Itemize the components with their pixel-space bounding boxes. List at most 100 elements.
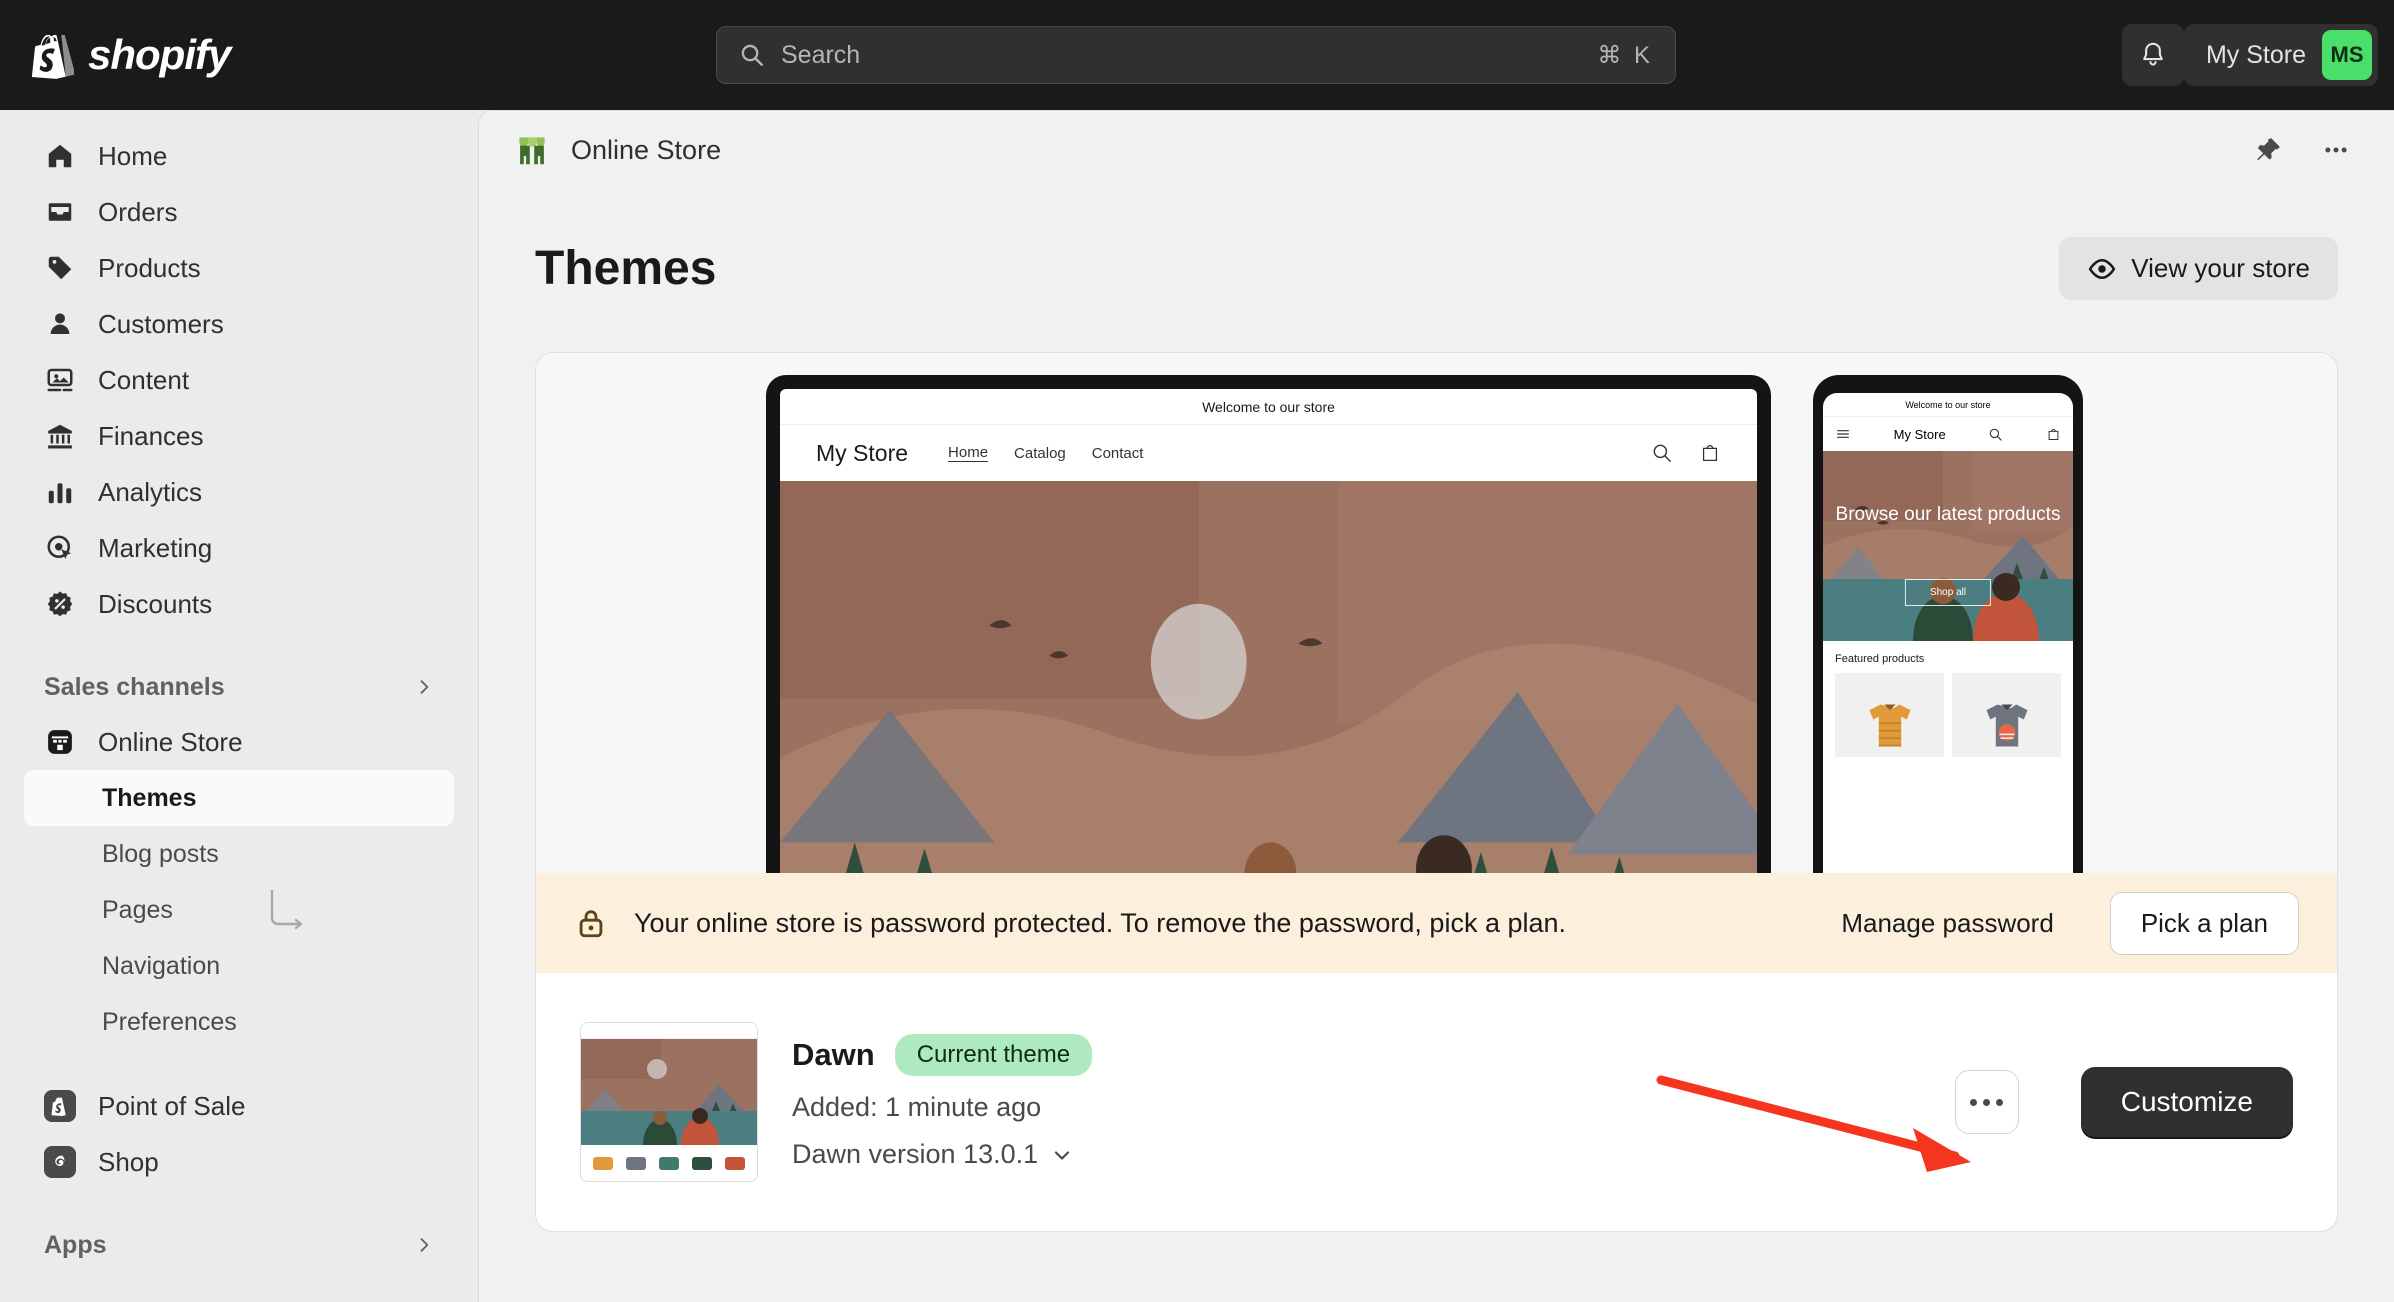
theme-version-label: Dawn version 13.0.1 xyxy=(792,1139,1039,1169)
cart-icon[interactable] xyxy=(2046,427,2061,442)
preview-nav-contact[interactable]: Contact xyxy=(1092,445,1144,462)
ellipsis-icon xyxy=(1996,1098,2004,1106)
home-icon xyxy=(44,140,76,172)
chevron-right-icon xyxy=(420,1238,429,1252)
sidebar-item-label: Online Store xyxy=(98,726,243,757)
mobile-featured-title: Featured products xyxy=(1835,653,1925,665)
sidebar-item-orders[interactable]: Orders xyxy=(24,184,454,240)
sidebar-subitem-label: Preferences xyxy=(102,1007,237,1036)
sidebar-item-themes[interactable]: Themes xyxy=(24,770,454,826)
mobile-hero: Browse our latest products Shop all xyxy=(1823,451,2073,641)
sidebar-item-shop[interactable]: Shop xyxy=(24,1134,454,1190)
manage-password-link[interactable]: Manage password xyxy=(1841,908,2053,939)
person-icon xyxy=(44,308,76,340)
sidebar-item-navigation[interactable]: Navigation xyxy=(24,938,454,994)
sidebar-subitem-label: Navigation xyxy=(102,951,221,980)
ellipsis-icon xyxy=(1983,1098,1991,1106)
sidebar-item-online-store[interactable]: Online Store xyxy=(24,714,454,770)
search-shortcut: ⌘ K xyxy=(1597,41,1653,69)
sidebar-item-products[interactable]: Products xyxy=(24,240,454,296)
target-cursor-icon xyxy=(44,532,76,564)
preview-nav-home[interactable]: Home xyxy=(948,444,989,462)
mobile-featured-row xyxy=(1823,673,2073,757)
shopify-logo[interactable]: shopify xyxy=(30,31,231,79)
page-header-bar: Online Store xyxy=(479,111,2394,189)
tag-icon xyxy=(44,252,76,284)
theme-version-dropdown[interactable]: Dawn version 13.0.1 xyxy=(792,1139,1921,1170)
mobile-logo: My Store xyxy=(1893,426,1946,442)
sidebar-item-label: Marketing xyxy=(98,532,213,563)
breadcrumb: Online Store xyxy=(571,134,722,165)
mobile-shop-all-button[interactable]: Shop all xyxy=(1904,579,1992,606)
apps-label: Apps xyxy=(44,1230,107,1259)
mobile-announcement: Welcome to our store xyxy=(1823,393,2073,417)
top-bar: shopify Search ⌘ K My Store MS xyxy=(0,0,2394,110)
desktop-preview[interactable]: Welcome to our store My Store Home Catal… xyxy=(766,375,1771,873)
preview-logo: My Store xyxy=(816,439,909,466)
store-name-label: My Store xyxy=(2205,40,2306,69)
sidebar-item-discounts[interactable]: Discounts xyxy=(24,576,454,632)
sidebar-item-label: Point of Sale xyxy=(98,1090,246,1121)
sidebar-item-label: Orders xyxy=(98,196,178,227)
sidebar-item-blog-posts[interactable]: Blog posts xyxy=(24,826,454,882)
theme-info: Dawn Current theme Added: 1 minute ago D… xyxy=(792,1034,1921,1170)
pick-a-plan-button[interactable]: Pick a plan xyxy=(2109,891,2299,955)
page-more-button[interactable] xyxy=(2312,126,2360,174)
discount-badge-icon xyxy=(44,588,76,620)
sidebar-subitem-label: Blog posts xyxy=(102,839,219,868)
bell-icon xyxy=(2143,42,2163,66)
product-thumb[interactable] xyxy=(1835,673,1944,757)
sidebar-item-home[interactable]: Home xyxy=(24,128,454,184)
theme-preview-area: Welcome to our store My Store Home Catal… xyxy=(536,353,2337,873)
eye-icon xyxy=(2088,258,2116,279)
preview-announcement: Welcome to our store xyxy=(780,389,1757,425)
view-your-store-button[interactable]: View your store xyxy=(2059,237,2338,300)
search-icon[interactable] xyxy=(1988,427,2003,442)
store-switcher[interactable]: My Store MS xyxy=(2183,24,2378,86)
preview-nav: My Store Home Catalog Contact xyxy=(780,425,1757,481)
sales-channels-label: Sales channels xyxy=(44,672,225,701)
notifications-button[interactable] xyxy=(2122,24,2184,86)
tree-connector-icon xyxy=(270,890,303,930)
page-title-row: Themes View your store xyxy=(535,237,2338,300)
sidebar-item-label: Finances xyxy=(98,420,204,451)
shopify-pos-icon xyxy=(44,1090,76,1122)
sidebar-item-label: Home xyxy=(98,140,168,171)
storefront-icon xyxy=(44,726,76,758)
online-store-green-icon xyxy=(519,137,545,165)
banner-message: Your online store is password protected.… xyxy=(634,907,1567,938)
sidebar-item-label: Shop xyxy=(98,1146,159,1177)
search-icon[interactable] xyxy=(1651,442,1673,464)
theme-row: Dawn Current theme Added: 1 minute ago D… xyxy=(536,973,2337,1231)
lock-icon xyxy=(579,910,603,938)
sidebar-item-finances[interactable]: Finances xyxy=(24,408,454,464)
sidebar-item-analytics[interactable]: Analytics xyxy=(24,464,454,520)
search-input[interactable]: Search ⌘ K xyxy=(716,26,1676,84)
sidebar-section-apps[interactable]: Apps xyxy=(24,1218,454,1272)
product-thumb[interactable] xyxy=(1952,673,2061,757)
sidebar-item-label: Content xyxy=(98,364,190,395)
search-icon xyxy=(741,44,763,66)
sidebar-section-sales-channels[interactable]: Sales channels xyxy=(24,660,454,714)
sidebar-item-point-of-sale[interactable]: Point of Sale xyxy=(24,1078,454,1134)
sidebar-item-pages[interactable]: Pages xyxy=(24,882,454,938)
mobile-hero-heading: Browse our latest products xyxy=(1835,504,2061,525)
mobile-preview[interactable]: Welcome to our store My Store Browse our… xyxy=(1813,375,2083,873)
sidebar-item-customers[interactable]: Customers xyxy=(24,296,454,352)
shop-app-icon xyxy=(44,1146,76,1178)
sidebar: Home Orders Products Customers Content F… xyxy=(0,110,478,1302)
customize-button[interactable]: Customize xyxy=(2080,1067,2293,1137)
theme-thumbnail[interactable] xyxy=(580,1022,758,1182)
theme-more-actions-button[interactable] xyxy=(1954,1070,2019,1134)
pin-button[interactable] xyxy=(2244,126,2292,174)
page-title: Themes xyxy=(535,242,717,295)
search-placeholder: Search xyxy=(781,40,861,69)
sidebar-item-marketing[interactable]: Marketing xyxy=(24,520,454,576)
sidebar-item-label: Discounts xyxy=(98,588,213,619)
sidebar-item-label: Products xyxy=(98,252,201,283)
sidebar-item-preferences[interactable]: Preferences xyxy=(24,994,454,1050)
preview-nav-catalog[interactable]: Catalog xyxy=(1014,445,1066,462)
hamburger-icon[interactable] xyxy=(1835,426,1851,442)
cart-icon[interactable] xyxy=(1699,442,1721,464)
sidebar-item-content[interactable]: Content xyxy=(24,352,454,408)
